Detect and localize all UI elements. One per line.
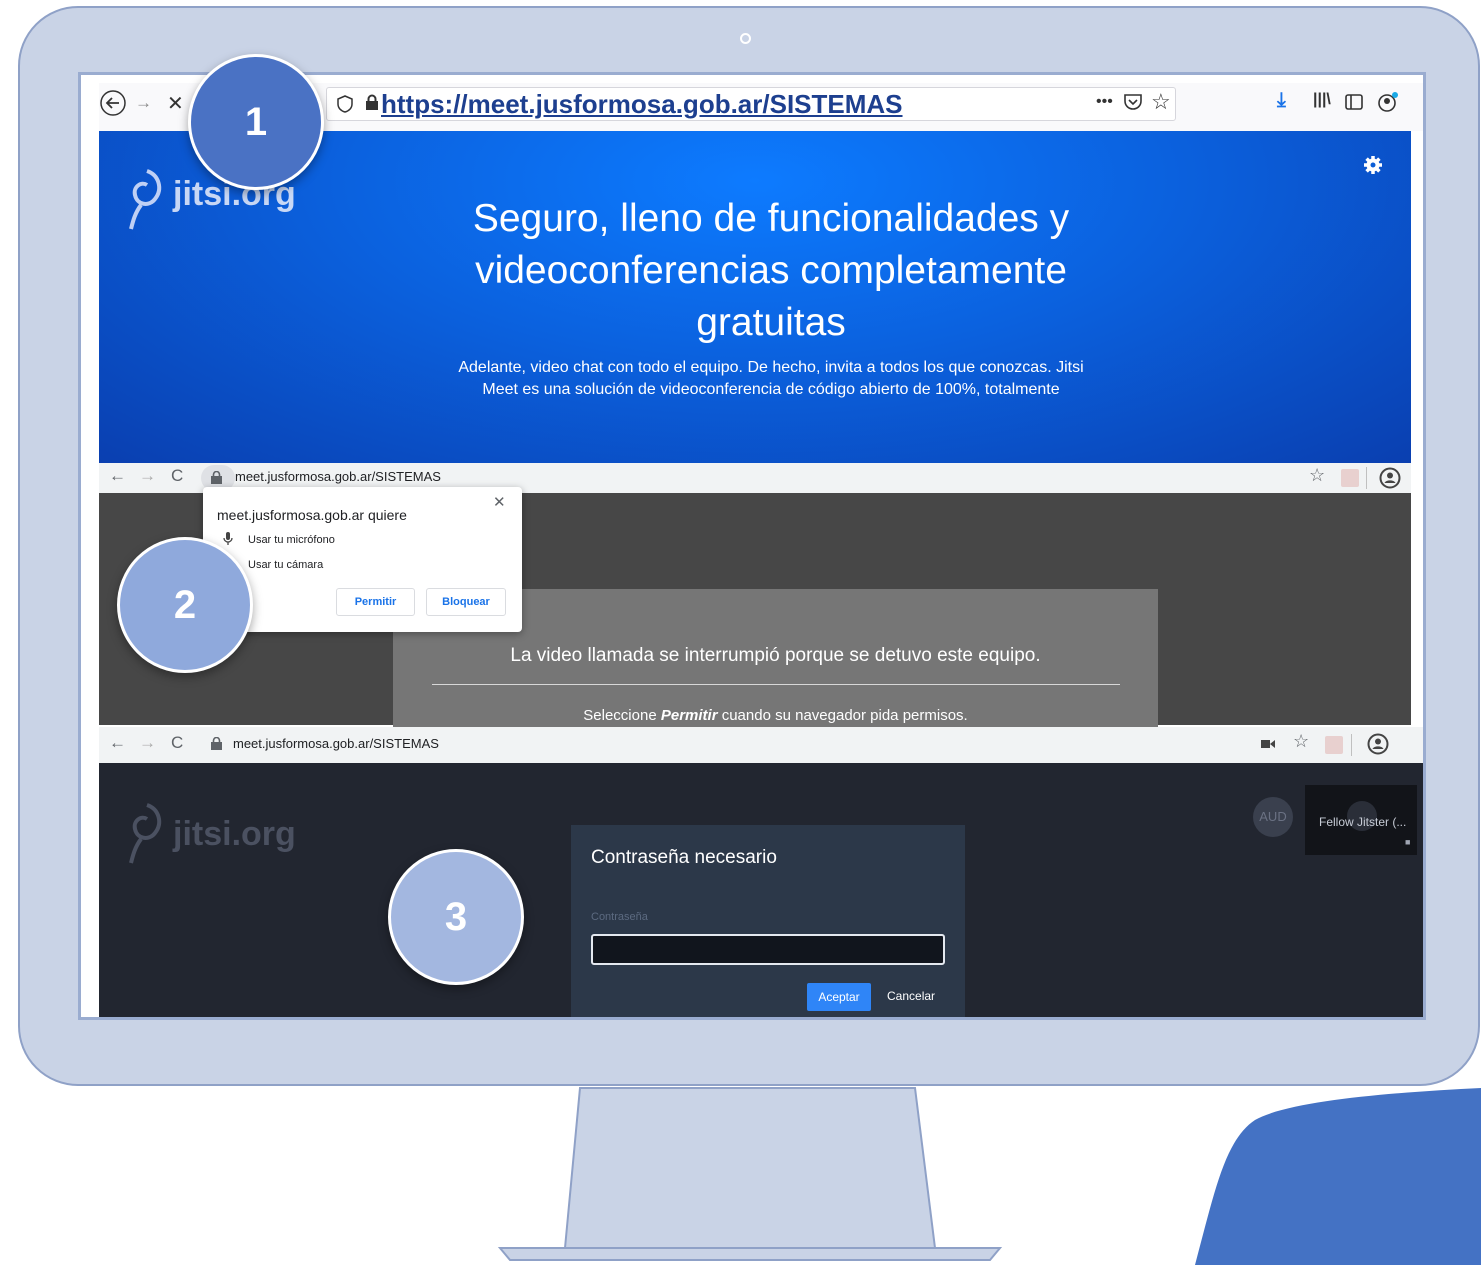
download-icon[interactable]: ⤓ xyxy=(1277,89,1286,112)
jitsi-logo-text: jitsi.org xyxy=(173,815,296,853)
password-input[interactable] xyxy=(591,934,945,965)
toolbar-divider xyxy=(1351,734,1352,756)
password-label: Contraseña xyxy=(591,911,648,923)
monitor-screen: → ✕ https://meet.jusformosa.gob.ar/SISTE… xyxy=(78,72,1426,1020)
video-off-icon: ■ xyxy=(1405,837,1411,847)
bookmark-star-icon[interactable]: ☆ xyxy=(1151,89,1171,115)
url-text[interactable]: meet.jusformosa.gob.ar/SISTEMAS xyxy=(233,736,439,751)
back-icon[interactable]: ← xyxy=(109,733,126,753)
jitsi-logo-icon xyxy=(129,803,162,864)
lock-icon xyxy=(211,471,222,484)
hero-title: Seguro, lleno de funcionalidades y video… xyxy=(472,197,1070,344)
profile-icon[interactable] xyxy=(1379,467,1401,489)
hero-description: Adelante, video chat con todo el equipo.… xyxy=(458,359,1084,398)
back-icon[interactable]: ← xyxy=(109,466,126,486)
popup-title: meet.jusformosa.gob.ar quiere xyxy=(217,507,407,523)
microphone-icon xyxy=(223,532,233,545)
mic-permission-label: Usar tu micrófono xyxy=(248,534,335,546)
interrupted-instruction: Seleccione Permitir cuando su navegador … xyxy=(583,707,968,724)
bookmark-star-icon[interactable]: ☆ xyxy=(1309,465,1325,486)
profile-icon[interactable] xyxy=(1367,733,1389,755)
pdf-extension-icon[interactable] xyxy=(1325,736,1343,754)
forward-icon[interactable]: → xyxy=(139,466,156,486)
participant-name: Fellow Jitster (... xyxy=(1319,815,1407,829)
more-icon[interactable]: ••• xyxy=(1096,93,1113,111)
bookmark-star-icon[interactable]: ☆ xyxy=(1293,731,1309,752)
lock-icon xyxy=(366,94,378,110)
avatar[interactable]: AUD xyxy=(1253,797,1293,837)
block-button[interactable]: Bloquear xyxy=(426,588,506,616)
url-text[interactable]: meet.jusformosa.gob.ar/SISTEMAS xyxy=(235,469,441,484)
forward-icon[interactable]: → xyxy=(135,93,152,113)
cancel-button[interactable]: Cancelar xyxy=(887,989,935,1003)
close-icon[interactable]: ✕ xyxy=(493,493,506,511)
step-1-badge: 1 xyxy=(188,54,324,190)
reload-icon[interactable]: C xyxy=(171,466,183,486)
toolbar-divider xyxy=(1366,467,1367,489)
step-3-badge: 3 xyxy=(388,849,524,985)
accept-button[interactable]: Aceptar xyxy=(807,983,871,1011)
card-divider xyxy=(432,684,1120,685)
lock-icon xyxy=(211,737,222,750)
dialog-title: Contraseña necesario xyxy=(591,847,777,868)
allow-button[interactable]: Permitir xyxy=(336,588,415,616)
settings-gear-icon[interactable] xyxy=(1363,155,1383,175)
account-icon[interactable] xyxy=(1377,91,1399,113)
back-icon[interactable] xyxy=(99,89,127,117)
pdf-extension-icon[interactable] xyxy=(1341,469,1359,487)
pocket-icon[interactable] xyxy=(1123,93,1143,111)
url-text[interactable]: https://meet.jusformosa.gob.ar/SISTEMAS xyxy=(381,89,903,120)
sidebar-icon[interactable] xyxy=(1345,94,1363,110)
reload-icon[interactable]: C xyxy=(171,733,183,753)
forward-icon[interactable]: → xyxy=(139,733,156,753)
jitsi-logo-icon xyxy=(129,169,162,230)
camera-in-use-icon[interactable] xyxy=(1261,739,1275,749)
camera-permission-label: Usar tu cámara xyxy=(248,559,324,571)
interrupted-title: La video llamada se interrumpió porque s… xyxy=(510,645,1041,666)
shield-icon xyxy=(337,95,353,113)
stop-icon[interactable]: ✕ xyxy=(167,91,184,116)
step-2-badge: 2 xyxy=(117,537,253,673)
library-icon[interactable]: |||\ xyxy=(1313,91,1331,109)
